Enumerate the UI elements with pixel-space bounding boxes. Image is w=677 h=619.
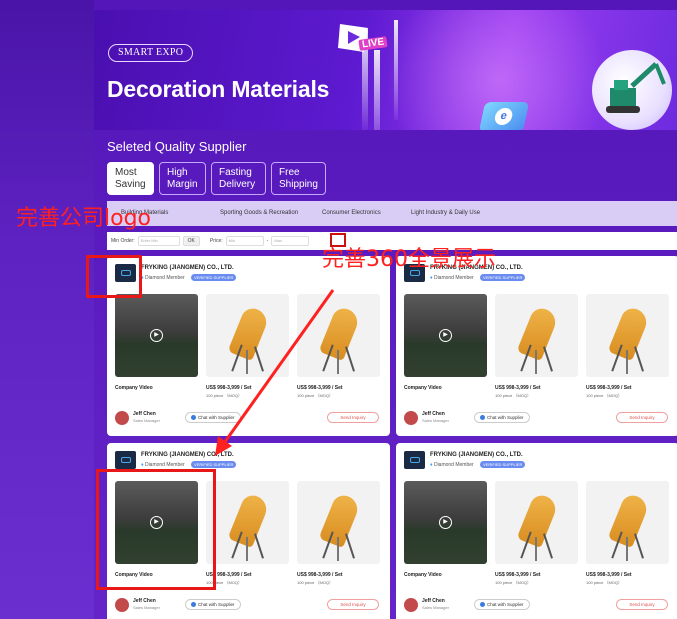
price-max-input[interactable]: Max [271,236,310,246]
product-image[interactable] [586,481,669,564]
contact-role: Sales Manager [133,418,160,423]
chat-with-supplier-button[interactable]: Chat with Supplier [185,412,241,423]
product-price: US$ 998-3,999 / Set [297,572,343,578]
product-image[interactable] [495,294,578,377]
tab-fasting-delivery[interactable]: Fasting Delivery [211,162,266,195]
verified-badge: VERIFIED SUPPLIER [480,274,526,281]
company-video-thumbnail[interactable]: ▶ [404,294,487,377]
product-price: US$ 998-3,999 / Set [297,385,343,391]
video-label: Company Video [115,385,153,391]
product-image[interactable] [586,294,669,377]
chat-with-supplier-button[interactable]: Chat with Supplier [474,599,530,610]
tab-high-margin[interactable]: High Margin [159,162,206,195]
send-inquiry-button[interactable]: Send Inquiry [327,412,379,423]
light-bar [394,20,398,120]
contact-name: Jeff Chen [133,598,156,604]
product-price: US$ 998-3,999 / Set [206,385,252,391]
product-price: US$ 998-3,999 / Set [495,572,541,578]
contact-role: Sales Manager [422,418,449,423]
company-name[interactable]: FRYKING (JIANGMEN) CO., LTD. [141,265,234,271]
product-image[interactable] [206,481,289,564]
contact-name: Jeff Chen [422,411,445,417]
chat-icon [191,415,196,420]
product-image[interactable] [297,481,380,564]
supplier-card: FRYKING (JIANGMEN) CO., LTD. ♦ Diamond Me… [396,256,677,436]
hero-banner: SMART EXPO Decoration Materials LIVE e [94,10,677,130]
product-moq: 100 piece （MOQ） [495,393,532,398]
product-moq: 100 piece （MOQ） [495,580,532,585]
company-logo-icon[interactable] [115,451,136,469]
category-bar: Building Materials Sporting Goods & Recr… [107,201,677,226]
product-price: US$ 998-3,999 / Set [495,385,541,391]
tab-most-saving[interactable]: Most Saving [107,162,154,195]
send-inquiry-button[interactable]: Send Inquiry [616,599,668,610]
chat-icon [480,602,485,607]
avatar [404,411,418,425]
product-image[interactable] [297,294,380,377]
contact-name: Jeff Chen [133,411,156,417]
product-image[interactable] [206,294,289,377]
light-bar [374,50,380,130]
panorama-annotation-text: 完善360全景展示 [322,247,496,272]
min-order-label: Min Order: [111,238,135,244]
verified-badge: VERIFIED SUPPLIER [191,461,237,468]
min-order-input[interactable]: Enter Min [137,236,180,246]
contact-role: Sales Manager [422,605,449,610]
send-inquiry-button[interactable]: Send Inquiry [327,599,379,610]
category-consumer-electronics[interactable]: Consumer Electronics [322,210,381,216]
price-label: Price: [209,238,223,244]
chat-icon [191,602,196,607]
company-name[interactable]: FRYKING (JIANGMEN) CO., LTD. [430,452,523,458]
product-moq: 100 piece （MOQ） [586,580,623,585]
product-moq: 100 piece （MOQ） [297,580,334,585]
excavator-icon [592,50,672,130]
smart-expo-badge: SMART EXPO [108,44,194,62]
search-tile-icon: e [478,102,530,130]
contact-role: Sales Manager [133,605,160,610]
verified-badge: VERIFIED SUPPLIER [480,461,526,468]
video-label: Company Video [404,385,442,391]
product-moq: 100 piece （MOQ） [297,393,334,398]
company-video-thumbnail[interactable]: ▶ [115,294,198,377]
play-icon[interactable]: ▶ [439,516,452,529]
product-image[interactable] [495,481,578,564]
product-price: US$ 998-3,999 / Set [586,572,632,578]
price-min-input[interactable]: Min [225,236,264,246]
product-price: US$ 998-3,999 / Set [586,385,632,391]
tab-free-shipping[interactable]: Free Shipping [271,162,326,195]
company-logo-icon[interactable] [404,451,425,469]
chat-with-supplier-button[interactable]: Chat with Supplier [185,599,241,610]
banner-title: Decoration Materials [107,76,330,102]
member-level: ♦ Diamond Member [430,275,474,281]
avatar [404,598,418,612]
supplier-card: FRYKING (JIANGMEN) CO., LTD. ♦ Diamond Me… [396,443,677,619]
verified-badge: VERIFIED SUPPLIER [191,274,237,281]
avatar [115,598,129,612]
member-level: ♦ Diamond Member [141,275,185,281]
section-title: Seleted Quality Supplier [107,139,247,154]
member-level: ♦ Diamond Member [430,462,474,468]
logo-highlight-box [86,255,142,298]
play-icon[interactable]: ▶ [150,329,163,342]
company-video-thumbnail[interactable]: ▶ [404,481,487,564]
product-moq: 100 piece （MOQ） [206,393,243,398]
member-level: ♦ Diamond Member [141,462,185,468]
video-highlight-box [96,469,216,590]
logo-annotation-text: 完善公司logo [16,206,151,231]
product-moq: 100 piece （MOQ） [586,393,623,398]
category-light-industry[interactable]: Light Industry & Daily Use [411,210,480,216]
category-sporting-goods[interactable]: Sporting Goods & Recreation [220,210,298,216]
supplier-card: FRYKING (JIANGMEN) CO., LTD. ♦ Diamond Me… [107,256,390,436]
company-name[interactable]: FRYKING (JIANGMEN) CO., LTD. [141,452,234,458]
min-order-ok-button[interactable]: OK [182,236,200,246]
video-label: Company Video [404,572,442,578]
play-icon[interactable]: ▶ [439,329,452,342]
chat-icon [480,415,485,420]
contact-name: Jeff Chen [422,598,445,604]
avatar [115,411,129,425]
filter-tabs: Most Saving High Margin Fasting Delivery… [107,162,326,195]
send-inquiry-button[interactable]: Send Inquiry [616,412,668,423]
chat-with-supplier-button[interactable]: Chat with Supplier [474,412,530,423]
